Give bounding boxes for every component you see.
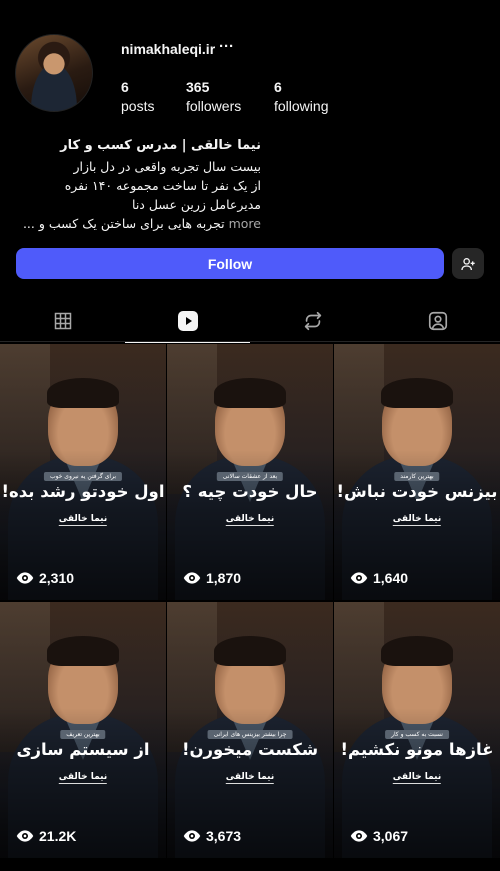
tab-posts[interactable]	[0, 300, 125, 342]
reel-tile[interactable]: بعد از عشقات سالانی حال خودت چیه ؟ نیما …	[167, 344, 333, 600]
reel-views: 3,673	[183, 828, 241, 844]
stat-followers-value: 365	[186, 79, 210, 95]
reel-subtitle: چرا بیشتر بیزینس های ایرانی	[207, 730, 293, 739]
reel-views: 1,640	[350, 570, 408, 586]
reel-view-count: 1,870	[206, 570, 242, 586]
reel-signature: نیما خالقی	[392, 514, 442, 526]
reel-tile[interactable]: بهترین کارمند بیزنس خودت نباش! نیما خالق…	[334, 344, 500, 600]
bio-more-link[interactable]: more	[229, 216, 261, 231]
grid-icon	[54, 312, 71, 330]
person-hair	[214, 636, 286, 666]
reel-title: از سیستم سازی	[16, 740, 150, 759]
reel-views: 2,310	[16, 570, 74, 586]
reel-view-count: 3,673	[206, 828, 242, 844]
bio-line: از یک نفر تا ساخت مجموعه ۱۴۰ نفره	[64, 178, 261, 193]
reel-views: 21.2K	[16, 828, 76, 844]
reel-title: حال خودت چیه ؟	[182, 482, 318, 501]
profile-tabs	[0, 300, 500, 343]
stat-posts[interactable]: 6 posts	[121, 79, 154, 114]
reel-view-count: 1,640	[373, 570, 409, 586]
bio-last-line: تجربه هایی برای ساختن یک کسب و ... more	[23, 214, 261, 233]
reel-signature: نیما خالقی	[225, 514, 275, 526]
person-hair	[381, 636, 453, 666]
profile-username: nimakhaleqi.ir	[121, 41, 216, 57]
bio-line: بیست سال تجربه واقعی در دل بازار	[73, 159, 261, 174]
reel-subtitle: بعد از عشقات سالانی	[216, 472, 284, 481]
stat-followers-label: followers	[186, 98, 242, 114]
eye-icon	[350, 572, 368, 584]
reel-signature: نیما خالقی	[58, 514, 108, 526]
reel-tile[interactable]: چرا بیشتر بیزینس های ایرانی شکست میخورن!…	[167, 602, 333, 858]
stat-following-value: 6	[274, 79, 282, 95]
follow-button[interactable]: Follow	[16, 248, 444, 279]
bio-line: مدیرعامل زرین عسل دنا	[132, 197, 261, 212]
stat-followers[interactable]: 365 followers	[186, 79, 241, 114]
eye-icon	[16, 830, 34, 842]
reel-tile[interactable]: بهترین تعریف از سیستم سازی نیما خالقی 21…	[0, 602, 166, 858]
add-person-icon	[461, 257, 475, 270]
person-hair	[47, 378, 119, 408]
reel-view-count: 21.2K	[39, 828, 77, 844]
tab-reposts[interactable]	[250, 300, 375, 342]
reel-title: اول خودتو رشد بده!	[1, 482, 165, 501]
reel-signature: نیما خالقی	[225, 772, 275, 784]
reel-title: بیزنس خودت نباش!	[336, 482, 498, 501]
reel-signature: نیما خالقی	[58, 772, 108, 784]
stat-posts-value: 6	[121, 79, 129, 95]
bio-truncated-text: تجربه هایی برای ساختن یک کسب و ...	[22, 216, 225, 231]
profile-bio: نیما خالقی | مدرس کسب و کار بیست سال تجر…	[23, 138, 261, 233]
reel-subtitle: نسبت به کسب و کار	[385, 730, 449, 739]
reel-subtitle: بهترین تعریف	[60, 730, 106, 739]
bio-name: نیما خالقی | مدرس کسب و کار	[60, 138, 261, 153]
person-hair	[214, 378, 286, 408]
person-hair	[381, 378, 453, 408]
reel-view-count: 3,067	[373, 828, 409, 844]
reel-title: شکست میخورن!	[181, 740, 319, 759]
reel-subtitle: بهترین کارمند	[394, 472, 440, 481]
person-hair	[47, 636, 119, 666]
suggested-accounts-button[interactable]	[452, 248, 484, 279]
reel-views: 1,870	[183, 570, 241, 586]
tagged-icon	[428, 311, 447, 331]
more-options-icon[interactable]: ···	[219, 38, 234, 55]
reel-tile[interactable]: نسبت به کسب و کار غازها مونو نکشیم! نیما…	[334, 602, 500, 858]
stat-following-label: following	[274, 98, 329, 114]
reel-subtitle: برای گرفتن یه نیروی خوب	[43, 472, 123, 481]
reel-view-count: 2,310	[39, 570, 75, 586]
profile-avatar[interactable]	[15, 34, 93, 112]
eye-icon	[16, 572, 34, 584]
reel-title: غازها مونو نکشیم!	[340, 740, 494, 759]
eye-icon	[350, 830, 368, 842]
reel-views: 3,067	[350, 828, 408, 844]
eye-icon	[183, 830, 201, 842]
tab-reels[interactable]	[125, 300, 250, 343]
stat-following[interactable]: 6 following	[274, 79, 328, 114]
reels-icon	[177, 311, 198, 331]
reel-signature: نیما خالقی	[392, 772, 442, 784]
reposts-icon	[304, 311, 321, 331]
reel-tile[interactable]: برای گرفتن یه نیروی خوب اول خودتو رشد بد…	[0, 344, 166, 600]
stat-posts-label: posts	[121, 98, 155, 114]
tab-tagged[interactable]	[375, 300, 500, 342]
eye-icon	[183, 572, 201, 584]
